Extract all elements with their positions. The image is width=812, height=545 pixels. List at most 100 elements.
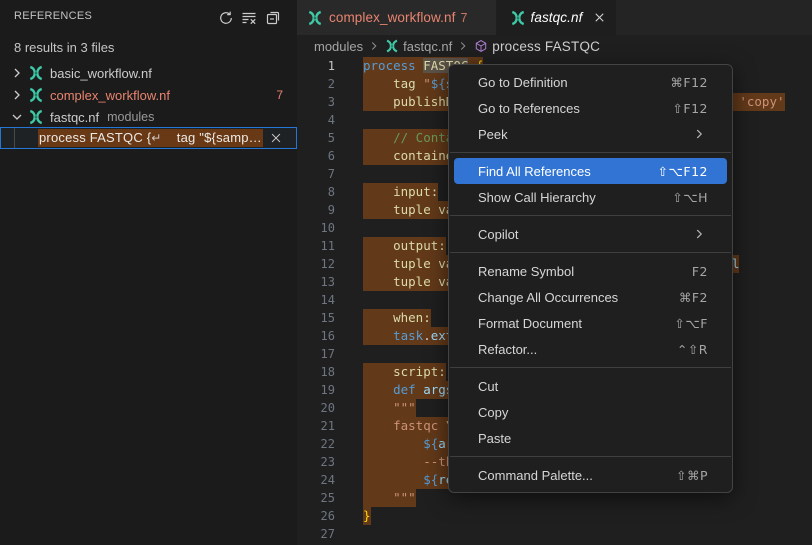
chevron-right-icon [9, 65, 25, 81]
tab-problems-badge: 7 [460, 11, 467, 25]
nextflow-file-icon [28, 87, 44, 103]
menu-item-shortcut: F2 [692, 264, 708, 279]
menu-item-label: Copy [478, 405, 508, 420]
collapse-all-icon[interactable] [264, 9, 282, 27]
menu-separator [450, 456, 731, 457]
menu-separator [450, 215, 731, 216]
close-icon[interactable] [268, 130, 284, 146]
menu-item-refactor[interactable]: Refactor... ⌃⇧R [454, 336, 727, 362]
line-number: 4 [297, 111, 335, 129]
tab-label: complex_workflow.nf [329, 10, 455, 25]
menu-item-format-document[interactable]: Format Document ⇧⌥F [454, 310, 727, 336]
line-number: 13 [297, 273, 335, 291]
line-number: 12 [297, 255, 335, 273]
menu-item-label: Go to References [478, 101, 580, 116]
menu-item-go-to-definition[interactable]: Go to Definition⌘F12 [454, 69, 727, 95]
line-number: 11 [297, 237, 335, 255]
tab-fastqc[interactable]: fastqc.nf [497, 0, 616, 35]
breadcrumb-folder[interactable]: modules [314, 39, 363, 54]
menu-item-command-palette[interactable]: Command Palette... ⇧⌘P [454, 462, 727, 488]
menu-item-shortcut: ⇧⌥F12 [658, 164, 708, 179]
menu-item-label: Change All Occurrences [478, 290, 618, 305]
tree-item-fastqc[interactable]: fastqc.nf modules [0, 106, 297, 128]
menu-item-label: Paste [478, 431, 511, 446]
breadcrumb-file[interactable]: fastqc.nf [403, 39, 452, 54]
breadcrumb-symbol[interactable]: process FASTQC [492, 39, 600, 54]
references-sidebar: REFERENCES 8 results in 3 files [0, 0, 297, 545]
line-number: 3 [297, 93, 335, 111]
chevron-right-icon [9, 87, 25, 103]
menu-item-go-to-references[interactable]: Go to References⇧F12 [454, 95, 727, 121]
submenu-arrow-icon [692, 127, 706, 141]
chevron-right-icon [367, 39, 381, 53]
menu-item-label: Refactor... [478, 342, 537, 357]
line-number: 17 [297, 345, 335, 363]
line-number: 6 [297, 147, 335, 165]
menu-item-peek[interactable]: Peek [454, 121, 727, 147]
tab-label: fastqc.nf [531, 10, 583, 25]
line-number: 23 [297, 453, 335, 471]
line-number: 26 [297, 507, 335, 525]
menu-separator [450, 367, 731, 368]
symbol-class-icon [474, 39, 488, 53]
vscode-window: REFERENCES 8 results in 3 files [0, 0, 812, 545]
sidebar-title: REFERENCES [14, 10, 92, 22]
menu-item-label: Rename Symbol [478, 264, 574, 279]
tree-indent-guide [14, 128, 15, 148]
breadcrumb: modules fastqc.nf process FASTQC [297, 35, 812, 57]
menu-item-change-all-occurrences[interactable]: Change All Occurrences⌘F2 [454, 284, 727, 310]
menu-item-paste[interactable]: Paste [454, 425, 727, 451]
line-number: 18 [297, 363, 335, 381]
menu-item-find-all-references[interactable]: Find All References⇧⌥F12 [454, 158, 727, 184]
clear-all-icon[interactable] [240, 9, 258, 27]
menu-item-label: Command Palette... [478, 468, 593, 483]
menu-item-shortcut: ⇧⌘P [676, 468, 708, 483]
menu-item-copy[interactable]: Copy [454, 399, 727, 425]
tab-complex-workflow[interactable]: complex_workflow.nf 7 [297, 0, 497, 35]
line-number: 14 [297, 291, 335, 309]
menu-item-show-call-hierarchy[interactable]: Show Call Hierarchy⇧⌥H [454, 184, 727, 210]
close-icon[interactable] [591, 10, 607, 26]
menu-item-shortcut: ⌃⇧R [677, 342, 708, 357]
line-number: 24 [297, 471, 335, 489]
result-count-badge: 7 [276, 88, 283, 102]
menu-item-rename-symbol[interactable]: Rename Symbol F2 [454, 258, 727, 284]
file-name: basic_workflow.nf [50, 66, 152, 81]
line-number: 8 [297, 183, 335, 201]
line-number: 22 [297, 435, 335, 453]
results-summary: 8 results in 3 files [14, 40, 114, 55]
menu-item-label: Show Call Hierarchy [478, 190, 596, 205]
tree-item-basic-workflow[interactable]: basic_workflow.nf [0, 62, 297, 84]
menu-item-label: Cut [478, 379, 498, 394]
menu-item-copilot[interactable]: Copilot [454, 221, 727, 247]
editor-tab-bar: complex_workflow.nf 7 fastqc.nf [297, 0, 812, 35]
file-name: fastqc.nf [50, 110, 99, 125]
nextflow-icon [385, 39, 399, 53]
line-number: 5 [297, 129, 335, 147]
code-line-21: fastqc \ [363, 417, 453, 435]
nextflow-file-icon [28, 109, 44, 125]
tree-item-complex-workflow[interactable]: complex_workflow.nf 7 [0, 84, 297, 106]
line-number: 1 [297, 57, 335, 75]
menu-item-cut[interactable]: Cut [454, 373, 727, 399]
refresh-icon[interactable] [217, 9, 235, 27]
editor-context-menu: Go to Definition⌘F12Go to References⇧F12… [448, 64, 733, 493]
code-line-18: script: [363, 363, 446, 381]
code-line-26: } [363, 507, 371, 525]
line-number: 25 [297, 489, 335, 507]
code-line-20: """ [363, 399, 416, 417]
line-number: 10 [297, 219, 335, 237]
menu-separator [450, 252, 731, 253]
menu-item-shortcut: ⇧⌥F [674, 316, 708, 331]
file-name: complex_workflow.nf [50, 88, 170, 103]
reference-result-row[interactable]: process FASTQC {↵ tag "${samp… [0, 127, 297, 149]
chevron-down-icon [9, 109, 25, 125]
menu-item-label: Go to Definition [478, 75, 568, 90]
line-number: 21 [297, 417, 335, 435]
line-number: 16 [297, 327, 335, 345]
line-number: 19 [297, 381, 335, 399]
file-path-description: modules [107, 110, 154, 124]
nextflow-icon [307, 10, 323, 26]
menu-separator [450, 152, 731, 153]
menu-item-label: Format Document [478, 316, 582, 331]
